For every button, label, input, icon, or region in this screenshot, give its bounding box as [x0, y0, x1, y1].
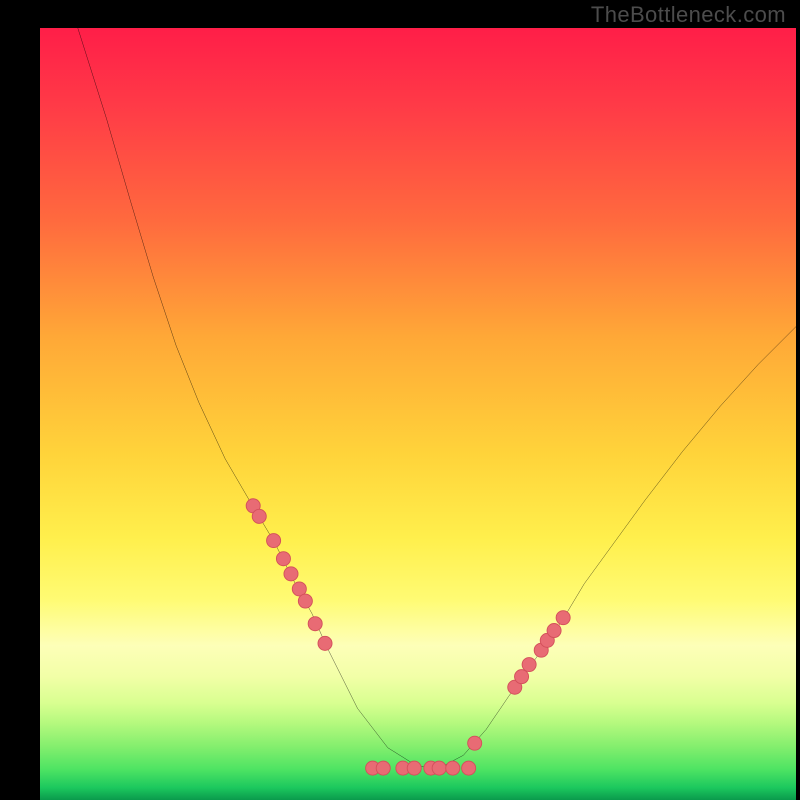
left-arm-markers — [246, 499, 332, 651]
marker-dot — [276, 552, 290, 566]
marker-dot — [462, 761, 476, 775]
marker-dot — [556, 611, 570, 625]
bottom-markers — [366, 761, 476, 775]
bottleneck-curve — [78, 28, 796, 767]
marker-dot — [547, 624, 561, 638]
marker-dot — [432, 761, 446, 775]
right-arm-markers — [468, 611, 571, 751]
marker-dot — [308, 617, 322, 631]
marker-dot — [522, 658, 536, 672]
marker-dot — [252, 509, 266, 523]
marker-dot — [284, 567, 298, 581]
marker-dot — [446, 761, 460, 775]
marker-dot — [515, 670, 529, 684]
marker-dot — [407, 761, 421, 775]
marker-dot — [376, 761, 390, 775]
plot-area — [40, 28, 796, 800]
marker-dot — [267, 534, 281, 548]
curve-layer — [40, 28, 796, 784]
watermark-text: TheBottleneck.com — [591, 2, 786, 28]
marker-dot — [298, 594, 312, 608]
chart-frame: TheBottleneck.com — [0, 0, 800, 800]
marker-dot — [468, 736, 482, 750]
marker-dot — [318, 636, 332, 650]
